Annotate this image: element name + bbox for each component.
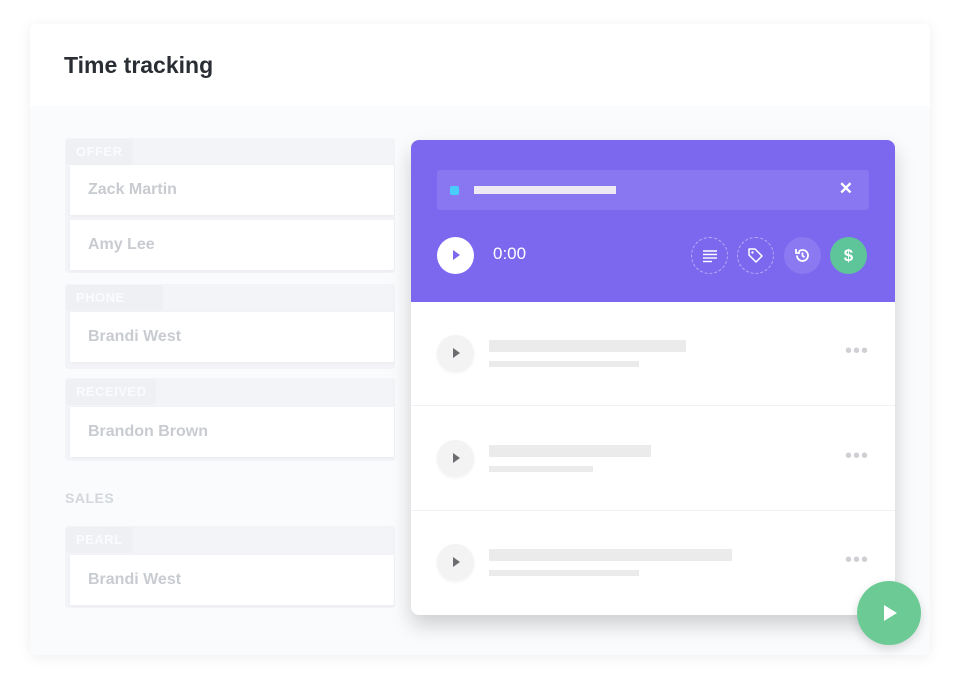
entry-subtitle-skeleton [489,361,639,367]
timer-header: ✕ 0:00 $ [411,140,895,302]
tag-icon [748,248,763,263]
description-button[interactable] [691,237,728,274]
tag-button[interactable] [737,237,774,274]
group-tag: RECEIVED PROJECT [66,379,157,425]
history-icon [795,249,809,262]
entry-play-button[interactable] [437,335,474,372]
more-icon[interactable]: ••• [845,550,869,570]
billable-toggle[interactable]: $ [830,237,867,274]
description-icon [702,249,717,262]
history-button[interactable] [784,237,821,274]
time-entry-row[interactable]: ••• [411,511,895,615]
entry-title-skeleton [489,445,651,457]
entry-subtitle-skeleton [489,570,639,576]
group-tag: OFFER SENT [66,139,133,185]
task-name-placeholder [474,186,616,194]
candidate-card[interactable]: Zack Martin [70,165,394,215]
timer-panel: ✕ 0:00 $ ••• ••• ••• [411,140,895,615]
play-icon [453,557,460,567]
task-color-indicator [450,186,459,195]
task-input[interactable]: ✕ [437,170,869,210]
time-entry-row[interactable]: ••• [411,407,895,511]
play-icon [453,348,460,358]
entry-play-button[interactable] [437,544,474,581]
entry-title-skeleton [489,549,732,561]
section-sales: SALES [65,490,115,506]
candidate-card[interactable]: Amy Lee [70,220,394,270]
entry-subtitle-skeleton [489,466,593,472]
play-icon [884,605,897,621]
entry-play-button[interactable] [437,440,474,477]
elapsed-time: 0:00 [493,244,527,263]
close-icon[interactable]: ✕ [839,179,853,199]
time-entry-row[interactable]: ••• [411,302,895,406]
page-title: Time tracking [64,52,214,78]
candidate-card[interactable]: Brandi West [70,555,394,605]
entry-title-skeleton [489,340,686,352]
play-icon [453,250,460,260]
candidate-card[interactable]: Brandi West [70,312,394,362]
more-icon[interactable]: ••• [845,341,869,361]
play-icon [453,453,460,463]
candidate-card[interactable]: Brandon Brown [70,407,394,457]
group-tag: PHONE INTERVIEW [66,285,163,331]
start-timer-fab[interactable] [857,581,921,645]
group-tag: PEARL [66,527,133,553]
start-timer-button[interactable] [437,237,474,274]
more-icon[interactable]: ••• [845,446,869,466]
